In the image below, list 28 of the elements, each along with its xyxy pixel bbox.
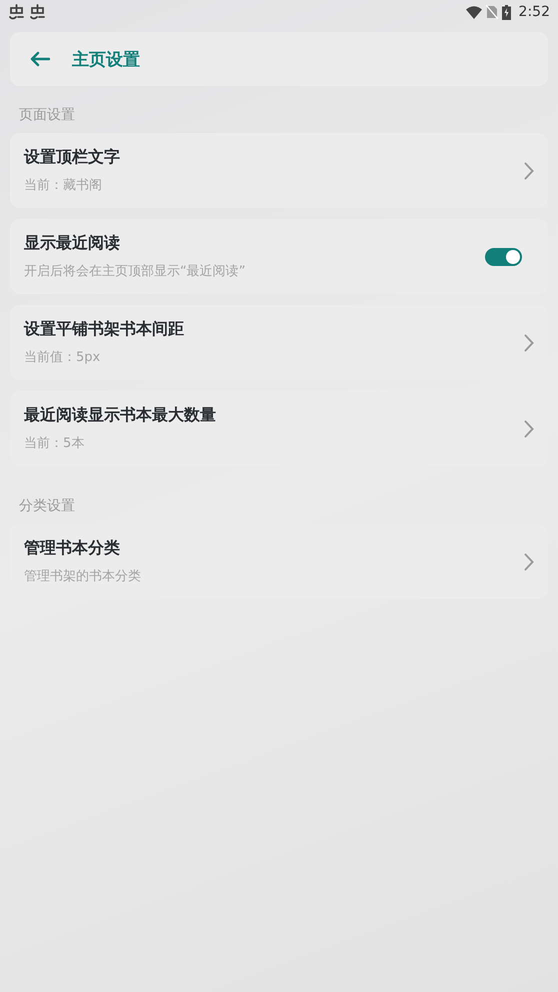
app-notification-icon: [29, 4, 46, 20]
app-notification-icon: [8, 4, 25, 20]
setting-title: 最近阅读显示书本最大数量: [24, 405, 217, 426]
chevron-right-icon: [524, 334, 534, 352]
section-title: 页面设置: [18, 106, 76, 125]
setting-title: 管理书本分类: [24, 538, 121, 559]
setting-subtitle: 当前：5本: [24, 435, 86, 452]
back-arrow-icon: [30, 51, 50, 67]
section-title: 分类设置: [18, 497, 76, 516]
setting-subtitle: 开启后将会在主页顶部显示“最近阅读”: [24, 263, 246, 280]
setting-title: 设置顶栏文字: [24, 147, 121, 168]
chevron-right-icon: [524, 162, 534, 180]
setting-title: 显示最近阅读: [24, 233, 121, 254]
toggle-switch[interactable]: [485, 248, 522, 266]
setting-subtitle: 当前：藏书阁: [24, 177, 103, 194]
setting-subtitle: 当前值：5px: [24, 349, 102, 366]
setting-subtitle: 管理书架的书本分类: [24, 568, 142, 585]
setting-item[interactable]: 显示最近阅读 开启后将会在主页顶部显示“最近阅读”: [10, 219, 548, 294]
page-title: 主页设置: [72, 48, 140, 70]
chevron-right-icon: [524, 552, 534, 570]
clock-time: 2:52: [518, 4, 550, 20]
setting-item[interactable]: 设置顶栏文字 当前：藏书阁: [10, 133, 548, 208]
back-button[interactable]: [30, 51, 50, 67]
setting-title: 设置平铺书架书本间距: [24, 319, 185, 340]
no-sim-icon: [486, 5, 498, 19]
battery-charging-icon: [502, 4, 511, 20]
wifi-icon: [466, 6, 482, 18]
chevron-right-icon: [524, 420, 534, 438]
